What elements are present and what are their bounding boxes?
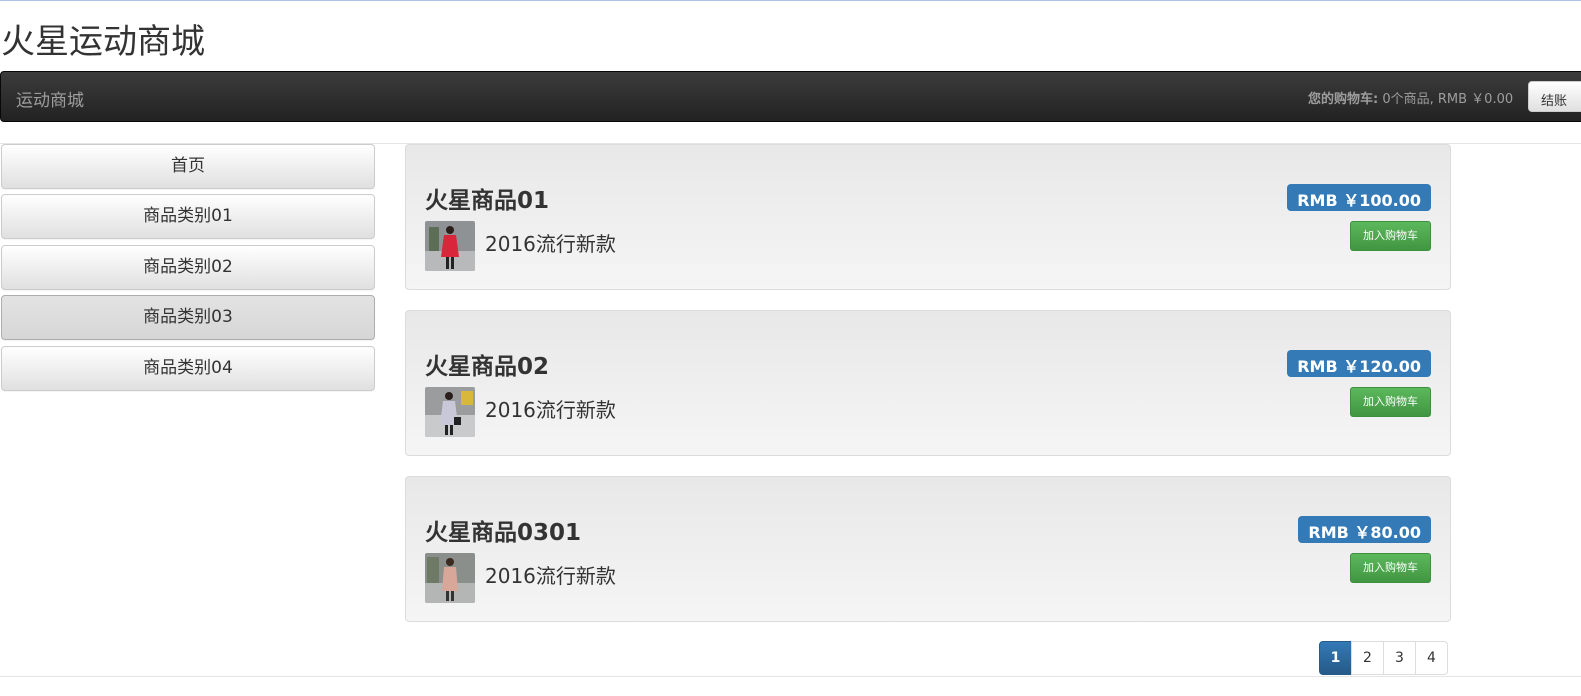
- product-card: 火星商品01 2016流行新款 RMB ￥100.00 加入购物车: [405, 144, 1451, 290]
- product-description: 2016流行新款: [485, 398, 616, 422]
- figure-coat: [442, 567, 458, 591]
- product-card: 火星商品02 2016流行新款 RMB ￥120.00 加入购物车: [405, 310, 1451, 456]
- product-name: 火星商品0301: [425, 520, 582, 546]
- product-thumbnail: [425, 221, 475, 271]
- page-link-3[interactable]: 3: [1383, 641, 1416, 675]
- cart-summary-text: 0个商品, RMB ￥0.00: [1382, 92, 1514, 107]
- sidebar-item-category-03[interactable]: 商品类别03: [1, 295, 375, 340]
- footer-divider: [0, 676, 1581, 677]
- sidebar-item-home[interactable]: 首页: [1, 144, 375, 189]
- price-badge: RMB ￥100.00: [1287, 184, 1431, 211]
- navbar-brand[interactable]: 运动商城: [16, 86, 84, 111]
- add-to-cart-button[interactable]: 加入购物车: [1350, 221, 1431, 251]
- navbar: 运动商城 您的购物车: 0个商品, RMB ￥0.00 结账: [0, 71, 1581, 122]
- site-title: 火星运动商城: [1, 22, 205, 62]
- price-badge: RMB ￥120.00: [1287, 350, 1431, 377]
- page-link-4[interactable]: 4: [1415, 641, 1448, 675]
- sidebar-item-category-01[interactable]: 商品类别01: [1, 194, 375, 239]
- product-thumbnail: [425, 553, 475, 603]
- cart-summary: 您的购物车: 0个商品, RMB ￥0.00: [1308, 88, 1513, 107]
- product-thumbnail: [425, 387, 475, 437]
- sidebar-item-category-02[interactable]: 商品类别02: [1, 245, 375, 290]
- product-card: 火星商品0301 2016流行新款 RMB ￥80.00 加入购物车: [405, 476, 1451, 622]
- add-to-cart-button[interactable]: 加入购物车: [1350, 553, 1431, 583]
- product-name: 火星商品01: [425, 188, 550, 214]
- price-badge: RMB ￥80.00: [1298, 516, 1431, 543]
- page-link-2[interactable]: 2: [1351, 641, 1384, 675]
- sidebar-item-category-04[interactable]: 商品类别04: [1, 346, 375, 391]
- pagination: 1 2 3 4: [1319, 641, 1448, 675]
- checkout-button[interactable]: 结账: [1528, 81, 1581, 112]
- product-name: 火星商品02: [425, 354, 550, 380]
- product-description: 2016流行新款: [485, 564, 616, 588]
- add-to-cart-button[interactable]: 加入购物车: [1350, 387, 1431, 417]
- product-description: 2016流行新款: [485, 232, 616, 256]
- figure-coat: [441, 235, 459, 257]
- cart-label: 您的购物车:: [1308, 92, 1379, 107]
- top-border: [0, 0, 1581, 1]
- page-link-1[interactable]: 1: [1319, 641, 1352, 675]
